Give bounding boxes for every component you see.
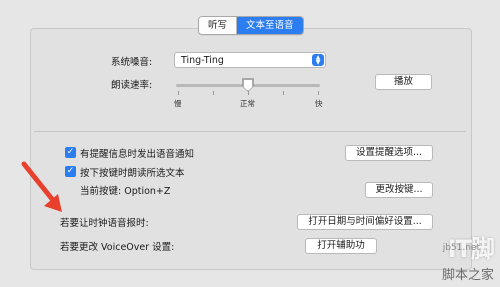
rate-slow-label: 慢 bbox=[174, 99, 182, 108]
slider-tick bbox=[318, 91, 319, 95]
rate-normal-label: 正常 bbox=[240, 99, 255, 108]
open-date-time-button[interactable]: 打开日期与时间偏好设置... bbox=[297, 214, 433, 230]
tab-text-to-speech[interactable]: 文本至语音 bbox=[237, 17, 303, 34]
change-key-button[interactable]: 更改按键... bbox=[365, 182, 433, 198]
red-arrow-icon bbox=[21, 161, 62, 212]
slider-tick bbox=[213, 91, 214, 95]
slider-tick bbox=[178, 91, 179, 95]
slider-tick bbox=[283, 91, 284, 95]
checkmark-icon: ✓ bbox=[66, 147, 75, 157]
watermark: jb51.net IT脚 脚本之家 bbox=[441, 229, 495, 283]
key-checkbox-label: 按下按键时朗读所选文本 bbox=[80, 168, 185, 179]
alert-checkbox-label: 有提醒信息时发出语音通知 bbox=[80, 149, 195, 160]
clock-label: 若要让时钟语音报时: bbox=[60, 218, 149, 229]
alert-options-button[interactable]: 设置提醒选项... bbox=[345, 145, 433, 161]
voice-label: 系统嗓音: bbox=[111, 57, 153, 68]
tab-segmented-control: 听写 文本至语音 bbox=[198, 16, 304, 35]
voiceover-label: 若要更改 VoiceOver 设置: bbox=[60, 242, 175, 253]
alert-checkbox[interactable]: ✓ bbox=[65, 147, 76, 158]
voice-select[interactable]: Ting-Ting ▲ ▼ bbox=[174, 52, 326, 68]
watermark-site: jb51.net bbox=[442, 243, 480, 253]
current-key-text: 当前按键: Option+Z bbox=[80, 186, 171, 197]
chevron-updown-icon: ▲ ▼ bbox=[312, 54, 324, 66]
rate-fast-label: 快 bbox=[315, 99, 323, 108]
section-divider bbox=[34, 131, 466, 132]
open-accessibility-button[interactable]: 打开辅助功 bbox=[305, 238, 377, 254]
tab-dictation[interactable]: 听写 bbox=[199, 17, 238, 34]
voice-select-value: Ting-Ting bbox=[181, 55, 224, 66]
watermark-text: 脚本之家 bbox=[441, 268, 494, 283]
play-button[interactable]: 播放 bbox=[375, 74, 432, 90]
rate-label: 朗读速率: bbox=[111, 80, 153, 91]
